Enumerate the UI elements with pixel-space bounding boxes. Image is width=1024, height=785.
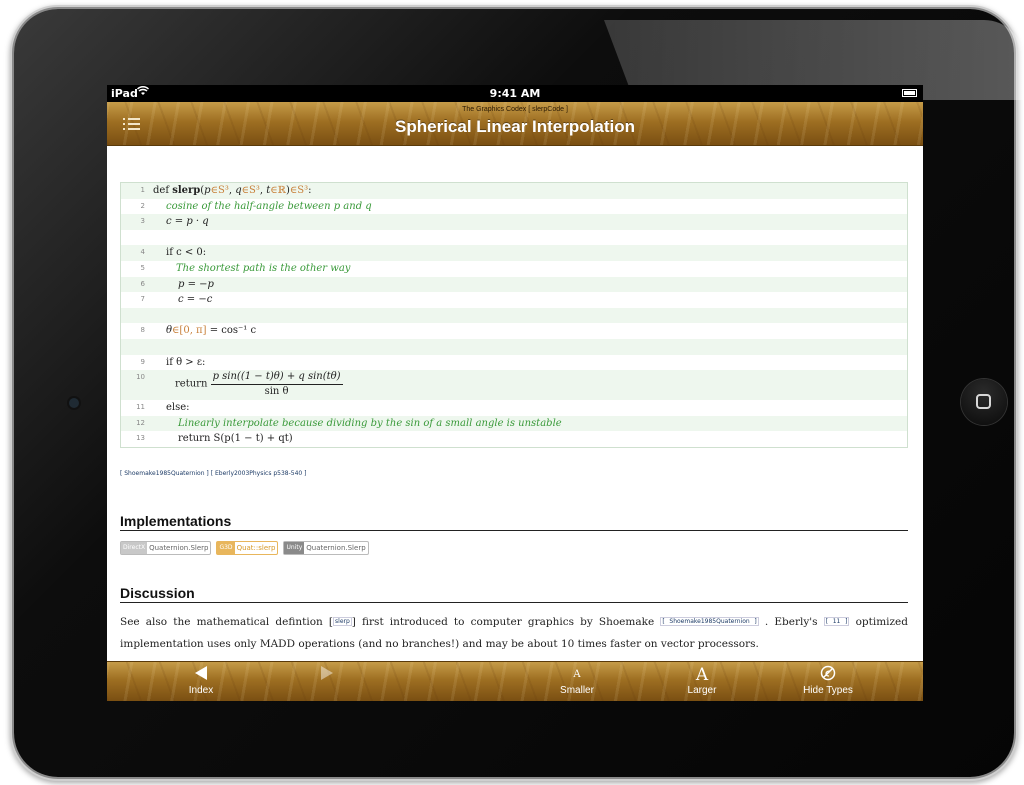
code-line: 9 if θ > ε: <box>140 356 206 368</box>
implementations-list: DirectX Quaternion.Slerp G3D Quat::slerp U… <box>120 541 369 555</box>
discussion-paragraph: See also the mathematical defintion [sle… <box>120 616 908 650</box>
code-line: 6p = −p <box>121 276 907 293</box>
content-area[interactable]: 1 def slerp(p∈S³, q∈S³, t∈ℝ)∈S³: 2 cosine … <box>107 145 923 662</box>
smaller-label: Smaller <box>560 685 594 696</box>
code-line: 3c = p · q <box>121 214 907 230</box>
index-button[interactable]: Index <box>171 665 231 696</box>
font-smaller-icon: A <box>573 669 581 680</box>
screen: iPad 9:41 AM The Graphics Codex [ slerpC… <box>107 85 923 701</box>
page-title: Spherical Linear Interpolation <box>395 117 635 136</box>
forward-arrow-icon <box>297 665 357 685</box>
smaller-button[interactable]: A Smaller <box>547 665 607 696</box>
forward-button[interactable] <box>297 665 357 685</box>
nav-bar: The Graphics Codex [ slerpCode ] Spheric… <box>107 102 923 146</box>
hide-types-icon <box>798 665 858 685</box>
ref-link[interactable]: [ Eberly2003Physics p538-540 ] <box>211 470 307 477</box>
home-button[interactable] <box>961 379 1007 425</box>
impl-tag-directx[interactable]: DirectX Quaternion.Slerp <box>120 541 212 555</box>
citation-link[interactable]: [ 11 ] <box>823 617 850 626</box>
slerp-link[interactable]: slerp <box>333 617 352 626</box>
hide-types-button[interactable]: Hide Types <box>798 665 858 696</box>
citation-link[interactable]: [ Shoemake1985Quaternion ] <box>660 617 759 626</box>
code-line: 12 Linearly interpolate because dividing … <box>121 415 907 432</box>
nav-subtitle: The Graphics Codex [ slerpCode ] <box>462 106 568 113</box>
discussion-heading: Discussion <box>120 585 908 603</box>
code-references: [ Shoemake1985Quaternion ][ Eberly2003Ph… <box>120 470 308 477</box>
impl-tag-g3d[interactable]: G3D Quat::slerp <box>216 541 279 555</box>
hide-types-label: Hide Types <box>803 685 853 696</box>
status-bar: iPad 9:41 AM <box>107 85 923 102</box>
code-line-blank <box>121 338 907 355</box>
impl-tag-unity[interactable]: Unity Quaternion.Slerp <box>283 541 369 555</box>
code-line: 1 def slerp(p∈S³, q∈S³, t∈ℝ)∈S³: <box>121 183 907 199</box>
code-line: 7c = −c <box>140 294 213 306</box>
larger-button[interactable]: A Larger <box>672 665 732 696</box>
implementations-heading: Implementations <box>120 513 908 531</box>
bottom-toolbar: Index A Smaller A Larger Hide Types <box>107 661 923 701</box>
font-larger-icon: A <box>695 665 709 685</box>
front-camera <box>69 398 79 408</box>
larger-label: Larger <box>687 685 717 696</box>
code-listing: 1 def slerp(p∈S³, q∈S³, t∈ℝ)∈S³: 2 cosine … <box>120 182 908 448</box>
index-label: Index <box>188 685 214 696</box>
code-line: 10 return p sin((1 − t)θ) + q sin(tθ) sin … <box>121 370 907 401</box>
ref-link[interactable]: [ Shoemake1985Quaternion ] <box>120 470 209 477</box>
back-arrow-icon <box>171 665 231 685</box>
battery-icon <box>902 89 917 97</box>
code-line: 11 else: <box>136 402 190 414</box>
home-square-icon <box>976 394 991 409</box>
fraction: p sin((1 − t)θ) + q sin(tθ) sin θ <box>210 371 343 398</box>
code-line: 13 return S(p(1 − t) + qt) <box>136 433 293 445</box>
code-line: 8 θ∈[0, π] = cos⁻¹ c <box>140 325 257 337</box>
status-time: 9:41 AM <box>489 87 541 100</box>
code-line: 4 if c < 0: <box>121 245 907 261</box>
code-line-blank <box>121 307 907 324</box>
code-line: 5 The shortest path is the other way <box>140 262 351 274</box>
code-line: 2 cosine of the half-angle between p and … <box>140 200 372 212</box>
